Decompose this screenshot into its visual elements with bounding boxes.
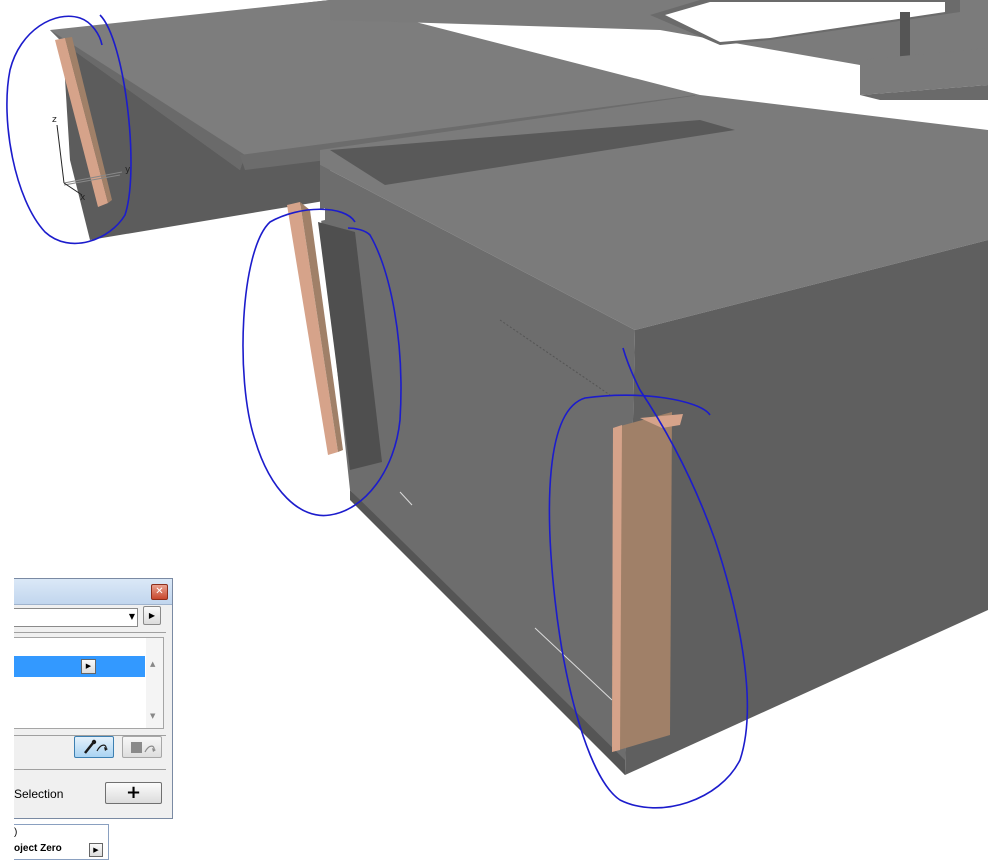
axis-x-label: x [80,193,86,203]
scroll-down-icon[interactable]: ▼ [150,712,155,720]
main-front-wall [625,240,988,775]
chevron-down-icon: ▼ [128,612,135,621]
list-item-selected[interactable]: ▶ [14,656,145,677]
settings-palette: ✕ ▼ ▶ ▶ ▲ ▼ Selection + [14,578,173,819]
inject-settings-button[interactable] [122,736,162,758]
column [900,12,910,60]
eyedropper-icon [84,739,108,754]
palette-list[interactable]: ▶ ▲ ▼ [14,637,164,729]
divider [14,769,166,770]
syringe-icon [131,742,156,753]
info-top-text: ) [14,827,18,838]
palette-title-bar[interactable]: ✕ [14,579,172,605]
info-arrow-button[interactable]: ▶ [89,843,103,857]
close-icon[interactable]: ✕ [151,584,168,600]
project-name-text: oject Zero [14,843,62,854]
divider [14,632,166,633]
row-arrow-button[interactable]: ▶ [81,659,96,674]
axis-z-label: z [52,115,57,125]
scroll-up-icon[interactable]: ▲ [150,660,155,668]
dropdown-menu-button[interactable]: ▶ [143,606,161,625]
selection-label: Selection [14,787,64,801]
pick-up-settings-button[interactable] [74,736,114,758]
list-scrollbar[interactable]: ▲ ▼ [146,638,163,728]
project-info-box: ) oject Zero ▶ [14,824,109,860]
add-selection-button[interactable]: + [105,782,162,804]
palette-dropdown[interactable]: ▼ [14,608,138,627]
